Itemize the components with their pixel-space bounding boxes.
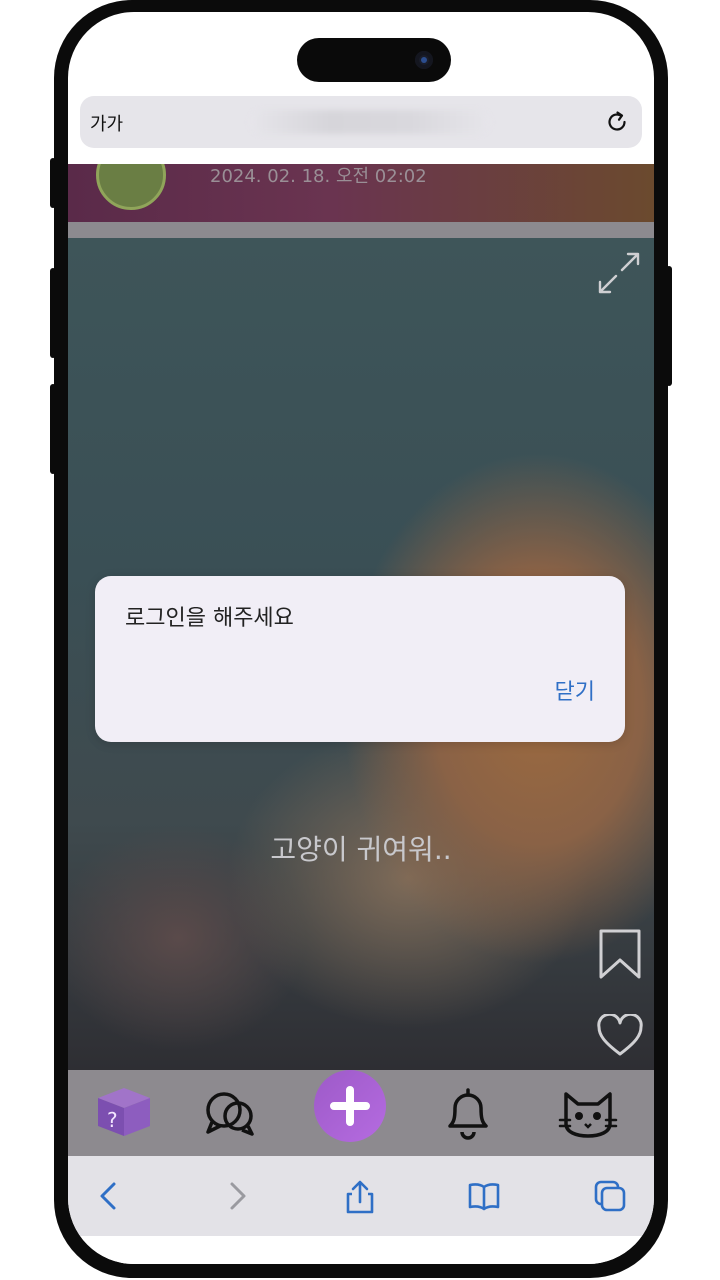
divider: [68, 222, 654, 238]
home-indicator-area: [68, 1236, 654, 1264]
tab-chat[interactable]: [198, 1080, 262, 1144]
safari-toolbar: [68, 1156, 654, 1236]
address-bar[interactable]: 가가: [80, 96, 642, 148]
share-icon[interactable]: [342, 1178, 378, 1214]
heart-icon[interactable]: [596, 1014, 644, 1058]
blurred-url[interactable]: [250, 110, 490, 134]
post-caption: 고양이 귀여워..: [270, 833, 452, 866]
front-camera: [415, 51, 433, 69]
screen: 가가 2024. 02. 18. 오전 02:02 고양이 귀여워.. ? 로그…: [68, 12, 654, 1264]
dynamic-island: [297, 38, 451, 82]
close-button[interactable]: 닫기: [555, 674, 595, 706]
back-icon[interactable]: [92, 1178, 128, 1214]
chat-bubbles-icon: [206, 1092, 254, 1136]
page-settings-button[interactable]: 가가: [90, 110, 123, 136]
tabs-icon[interactable]: [592, 1178, 628, 1214]
tab-profile[interactable]: [556, 1080, 620, 1144]
bookmarks-icon[interactable]: [466, 1178, 502, 1214]
phone-frame: 가가 2024. 02. 18. 오전 02:02 고양이 귀여워.. ? 로그…: [50, 0, 672, 1278]
mystery-box-icon: ?: [98, 1088, 150, 1136]
reload-icon[interactable]: [604, 109, 630, 135]
plus-icon: [330, 1086, 370, 1126]
app-tab-bar: ?: [68, 1070, 654, 1156]
volume-down-button: [50, 384, 56, 474]
volume-up-button: [50, 268, 56, 358]
post-date: 2024. 02. 18. 오전 02:02: [210, 166, 427, 187]
alert-message: 로그인을 해주세요: [125, 606, 294, 631]
post-header: 2024. 02. 18. 오전 02:02: [68, 164, 654, 222]
avatar[interactable]: [96, 164, 166, 210]
login-alert-dialog: 로그인을 해주세요 닫기: [95, 576, 625, 742]
tab-add-post[interactable]: [314, 1070, 386, 1142]
cat-icon: [558, 1092, 618, 1138]
power-button: [666, 266, 672, 386]
bell-icon: [448, 1088, 488, 1140]
expand-icon[interactable]: [594, 248, 644, 298]
action-button: [50, 158, 56, 208]
bookmark-icon[interactable]: [598, 928, 642, 980]
tab-mystery-box[interactable]: ?: [92, 1080, 156, 1144]
tab-notifications[interactable]: [436, 1080, 500, 1144]
svg-text:?: ?: [107, 1108, 118, 1132]
forward-icon[interactable]: [218, 1178, 254, 1214]
